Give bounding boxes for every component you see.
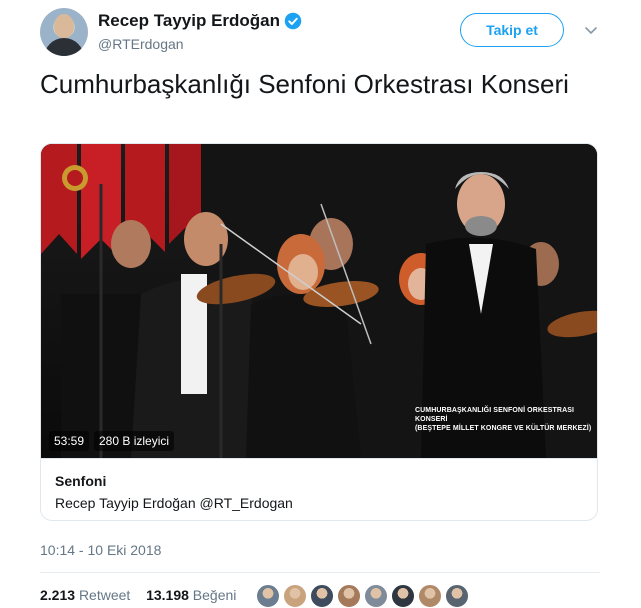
liker-avatar[interactable] <box>364 584 388 608</box>
liker-avatar[interactable] <box>337 584 361 608</box>
follow-button[interactable]: Takip et <box>460 13 564 47</box>
verified-badge-icon <box>284 12 302 30</box>
liker-avatar[interactable] <box>418 584 442 608</box>
tweet-header: Recep Tayyip Erdoğan @RTErdogan Takip et <box>40 8 600 56</box>
author-name[interactable]: Recep Tayyip Erdoğan <box>98 11 280 31</box>
card-subtitle[interactable]: Recep Tayyip Erdoğan @RT_Erdogan <box>55 495 293 511</box>
card-info[interactable]: Senfoni Recep Tayyip Erdoğan @RT_Erdogan <box>41 458 597 520</box>
liker-avatar[interactable] <box>310 584 334 608</box>
retweet-label[interactable]: Retweet <box>79 587 130 603</box>
video-views: 280 B izleyici <box>94 431 175 451</box>
liker-avatar[interactable] <box>283 584 307 608</box>
divider <box>40 572 600 573</box>
video-card[interactable]: CUMHURBAŞKANLIĞI SENFONİ ORKESTRASI KONS… <box>40 143 598 521</box>
retweet-count[interactable]: 2.213 <box>40 587 75 603</box>
tweet-stats: 2.213 Retweet 13.198 Beğeni <box>40 587 236 603</box>
video-duration: 53:59 <box>49 431 90 451</box>
chevron-down-icon[interactable] <box>583 22 599 38</box>
avatar[interactable] <box>40 8 88 56</box>
author-handle[interactable]: @RTErdogan <box>98 36 184 52</box>
overlay-line-1: CUMHURBAŞKANLIĞI SENFONİ ORKESTRASI KONS… <box>415 407 575 423</box>
avatar-suit <box>44 38 84 56</box>
like-label[interactable]: Beğeni <box>193 587 237 603</box>
video-overlay-caption: CUMHURBAŞKANLIĞI SENFONİ ORKESTRASI KONS… <box>415 406 595 433</box>
tweet-timestamp[interactable]: 10:14 - 10 Eki 2018 <box>40 542 161 558</box>
liker-avatar[interactable] <box>256 584 280 608</box>
liker-avatar[interactable] <box>391 584 415 608</box>
avatar-face <box>54 14 74 38</box>
card-title[interactable]: Senfoni <box>55 473 106 489</box>
liker-avatar[interactable] <box>445 584 469 608</box>
overlay-line-2: (BEŞTEPE MİLLET KONGRE VE KÜLTÜR MERKEZİ… <box>415 425 592 432</box>
author-name-row[interactable]: Recep Tayyip Erdoğan <box>98 11 302 31</box>
tweet-text: Cumhurbaşkanlığı Senfoni Orkestrası Kons… <box>40 69 569 99</box>
like-count[interactable]: 13.198 <box>146 587 189 603</box>
video-player[interactable]: CUMHURBAŞKANLIĞI SENFONİ ORKESTRASI KONS… <box>41 144 597 458</box>
